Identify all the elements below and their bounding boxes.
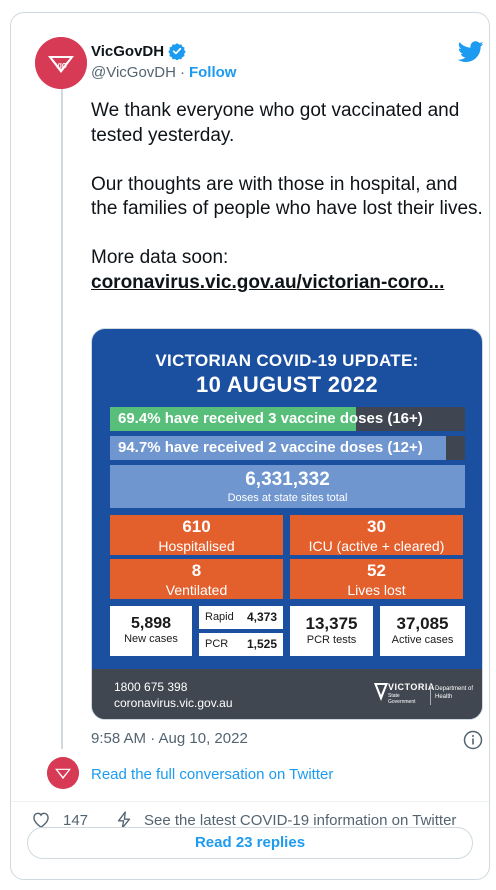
lives-lost-value: 52 — [367, 561, 386, 580]
hospitalised-value: 610 — [182, 517, 211, 536]
pcr-box: PCR 1,525 — [199, 633, 283, 656]
lives-lost-box: 52 Lives lost — [290, 559, 463, 599]
vaccine-bar-2-doses-label: 94.7% have received 2 vaccine doses (12+… — [118, 439, 423, 456]
media-title: VICTORIAN COVID-19 UPDATE: — [155, 351, 419, 370]
logo-sub: State Government — [388, 693, 416, 705]
display-name[interactable]: VicGovDH — [91, 43, 164, 60]
read-conversation-link[interactable]: Read the full conversation on Twitter — [91, 766, 333, 783]
thread-line — [61, 87, 63, 749]
new-cases-label: New cases — [124, 633, 178, 645]
media-date: 10 AUGUST 2022 — [196, 372, 378, 397]
pcr-tests-label: PCR tests — [306, 634, 357, 646]
active-cases-box: 37,085 Active cases — [380, 606, 465, 656]
handle-row: @VicGovDH · Follow — [91, 64, 236, 81]
vic-avatar-logo-icon: VIC — [35, 37, 87, 89]
vaccine-bar-2-doses: 94.7% have received 2 vaccine doses (12+… — [110, 436, 465, 460]
covid-info-link[interactable]: See the latest COVID-19 information on T… — [144, 812, 456, 829]
rapid-box: Rapid 4,373 — [199, 606, 283, 629]
icu-label: ICU (active + cleared) — [308, 538, 445, 554]
info-icon[interactable] — [463, 730, 483, 750]
footer-phone: 1800 675 398 — [114, 680, 188, 694]
icu-value: 30 — [367, 517, 386, 536]
avatar-text: VIC — [55, 63, 67, 70]
tweet-link[interactable]: coronavirus.vic.gov.au/victorian-coro... — [91, 272, 444, 293]
pcr-label: PCR — [205, 638, 229, 650]
timestamp-row: 9:58 AM · Aug 10, 2022 — [91, 730, 483, 750]
like-count[interactable]: 147 — [63, 812, 88, 829]
follow-button[interactable]: Follow — [189, 64, 237, 81]
vic-avatar-small-logo-icon — [47, 757, 79, 789]
tweet-text: We thank everyone who got vaccinated and… — [91, 99, 487, 295]
media-footer: 1800 675 398 coronavirus.vic.gov.au VICT… — [92, 669, 482, 719]
tweet-paragraph-3: More data soon: — [91, 247, 229, 268]
new-cases-box: 5,898 New cases — [110, 606, 192, 656]
new-cases-value: 5,898 — [130, 615, 172, 632]
ventilated-value: 8 — [191, 561, 202, 580]
lives-lost-label: Lives lost — [347, 582, 406, 598]
separator-dot: · — [179, 64, 185, 81]
tweet-card: VIC VicGovDH @VicGovDH · Follow We thank… — [10, 12, 490, 880]
hospitalised-label: Hospitalised — [158, 538, 235, 554]
pcr-tests-box: 13,375 PCR tests — [290, 606, 373, 656]
doses-total-box: 6,331,332 Doses at state sites total — [110, 465, 465, 508]
logo-word: VICTORIA — [388, 682, 435, 692]
ventilated-box: 8 Ventilated — [110, 559, 283, 599]
department-label: Department of Health — [435, 686, 474, 700]
rapid-label: Rapid — [205, 611, 234, 623]
pcr-tests-value: 13,375 — [305, 614, 358, 633]
handle[interactable]: @VicGovDH — [91, 64, 176, 81]
ventilated-label: Ventilated — [165, 582, 228, 598]
tweet-media-image[interactable]: VICTORIAN COVID-19 UPDATE: 10 AUGUST 202… — [91, 328, 483, 720]
doses-label: Doses at state sites total — [227, 492, 348, 504]
active-cases-label: Active cases — [391, 634, 454, 646]
rapid-value: 4,373 — [246, 610, 277, 624]
author-name-row[interactable]: VicGovDH — [91, 41, 186, 61]
doses-value: 6,331,332 — [245, 469, 330, 490]
twitter-bird-icon[interactable] — [458, 41, 484, 63]
read-replies-button[interactable]: Read 23 replies — [27, 827, 473, 859]
vaccine-bar-3-doses: 69.4% have received 3 vaccine doses (16+… — [110, 407, 465, 431]
footer-divider — [430, 683, 431, 705]
tweet-paragraph-2: Our thoughts are with those in hospital,… — [91, 173, 483, 220]
pcr-value: 1,525 — [246, 637, 277, 651]
vaccine-bar-3-doses-label: 69.4% have received 3 vaccine doses (16+… — [118, 410, 423, 427]
verified-badge-icon — [168, 43, 186, 60]
timestamp[interactable]: 9:58 AM · Aug 10, 2022 — [91, 730, 248, 747]
active-cases-value: 37,085 — [396, 614, 449, 633]
tweet-paragraph-1: We thank everyone who got vaccinated and… — [91, 100, 460, 146]
avatar[interactable]: VIC — [35, 37, 87, 89]
divider — [11, 801, 489, 802]
small-avatar[interactable] — [47, 757, 79, 789]
footer-website: coronavirus.vic.gov.au — [114, 696, 233, 710]
hospitalised-box: 610 Hospitalised — [110, 515, 283, 555]
icu-box: 30 ICU (active + cleared) — [290, 515, 463, 555]
